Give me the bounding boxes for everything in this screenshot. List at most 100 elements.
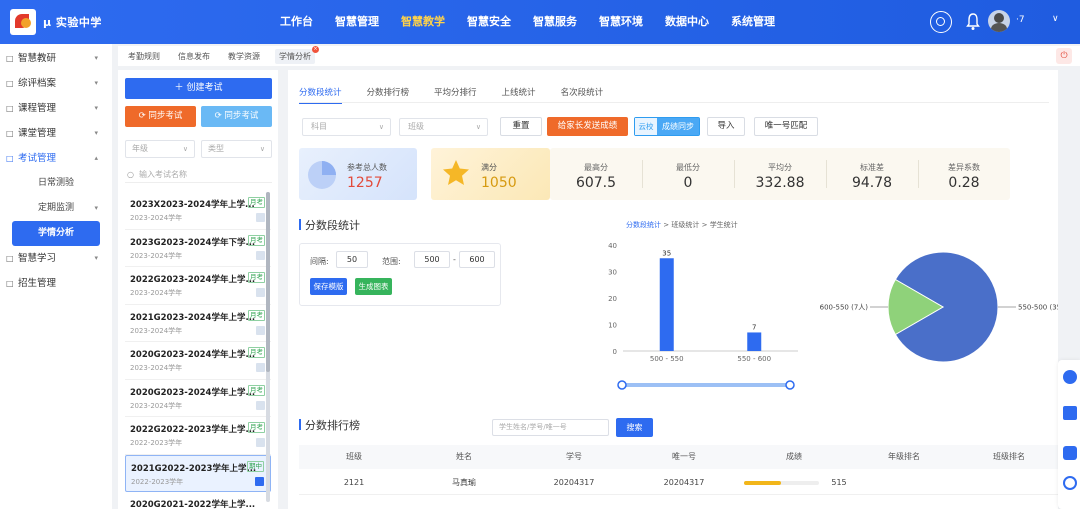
bar[interactable] <box>659 258 674 351</box>
column-header[interactable]: 班级排名 <box>959 445 1059 469</box>
full-score-label: 满分 <box>481 163 497 172</box>
column-header[interactable]: 成绩 <box>739 445 849 469</box>
exam-search-input[interactable]: ○ 输入考试名称 <box>125 166 272 183</box>
dropdown-icon[interactable] <box>255 476 264 486</box>
import-button[interactable]: 导入 <box>707 117 745 136</box>
topnav-item-2[interactable]: 智慧教学 <box>401 0 445 44</box>
robot-icon[interactable] <box>1063 446 1077 460</box>
column-header[interactable]: 姓名 <box>409 445 519 469</box>
list-item[interactable]: 2020G2023-2024学年上学... 2023-2024学年 月考 <box>125 342 271 380</box>
sidebar-item[interactable]: □ 考试管理 ▴ <box>0 146 112 171</box>
logo[interactable]: μ 实验中学 <box>10 9 102 35</box>
column-header[interactable]: 学号 <box>519 445 629 469</box>
column-header[interactable]: 班级 <box>299 445 409 469</box>
dropdown-icon[interactable] <box>256 250 265 260</box>
crumb-class[interactable]: 班级统计 <box>671 221 699 229</box>
exam-type-badge: 月考 <box>248 309 265 321</box>
topnav-item-0[interactable]: 工作台 <box>280 0 313 44</box>
list-item[interactable]: 2020G2023-2024学年上学... 2023-2024学年 月考 <box>125 380 271 417</box>
bell-icon[interactable] <box>966 11 980 33</box>
sync-exam-button-1[interactable]: ⟳ 同步考试 <box>125 106 196 127</box>
topnav-item-5[interactable]: 智慧环境 <box>599 0 643 44</box>
list-item[interactable]: 2021G2022-2023学年上学... 2022-2023学年 期中 <box>125 454 271 492</box>
exam-list-scrollbar[interactable] <box>266 192 270 502</box>
sidebar-item[interactable]: □ 智慧教研 ▾ <box>0 46 112 71</box>
zoom-slider-handle-left[interactable] <box>617 380 627 390</box>
sidebar-item[interactable]: □ 课程管理 ▾ <box>0 96 112 121</box>
reset-button[interactable]: 重置 <box>500 117 542 136</box>
search-icon[interactable] <box>930 11 952 33</box>
sync-exam-button-2[interactable]: ⟳ 同步考试 <box>201 106 272 127</box>
create-exam-label: 创建考试 <box>186 83 223 93</box>
pie-label: 600-550 (7人) <box>820 304 869 312</box>
send-to-parents-button[interactable]: 给家长发送成绩 <box>547 117 628 136</box>
list-item[interactable]: 2021G2023-2024学年上学... 2023-2024学年 月考 <box>125 305 271 342</box>
sidebar-subitem[interactable]: 定期监测 ▾ <box>0 196 112 221</box>
sync1-label: 同步考试 <box>148 111 183 121</box>
range-max-input[interactable]: 600 <box>459 251 495 268</box>
tab-teaching-resources[interactable]: 教学资源 <box>224 49 264 64</box>
ranking-search-input[interactable]: 学生姓名/学号/唯一号 <box>492 419 609 436</box>
topnav-item-7[interactable]: 系统管理 <box>731 0 775 44</box>
sidebar-item[interactable]: □ 智慧学习 ▾ <box>0 246 112 271</box>
dropdown-icon[interactable] <box>256 438 265 447</box>
topnav-item-6[interactable]: 数据中心 <box>665 0 709 44</box>
dropdown-icon[interactable] <box>256 325 265 335</box>
dropdown-icon[interactable] <box>256 288 265 297</box>
sidebar-item[interactable]: □ 课堂管理 ▾ <box>0 121 112 146</box>
sidebar-subitem[interactable]: 学情分析 <box>12 221 100 246</box>
create-exam-button[interactable]: ＋ 创建考试 <box>125 78 272 99</box>
sidebar-subitem[interactable]: 日常测验 <box>0 171 112 196</box>
sidebar-item[interactable]: □ 综评档案 ▾ <box>0 71 112 96</box>
user-avatar[interactable] <box>988 10 1010 32</box>
table-row[interactable]: 2121 马真瑜 20204317 20204317 515 <box>299 471 1059 495</box>
subject-select[interactable]: 科目 ∨ <box>302 118 391 136</box>
bar[interactable] <box>747 332 762 351</box>
chevron-down-icon[interactable]: ∨ <box>1052 14 1059 24</box>
refresh-icon[interactable] <box>1063 476 1077 490</box>
dropdown-icon[interactable] <box>256 363 265 372</box>
stat-label: 标准差 <box>860 163 884 172</box>
table-cell: 20204317 <box>553 478 595 487</box>
crumb-segment[interactable]: 分数段统计 <box>626 221 661 229</box>
interval-input[interactable]: 50 <box>336 251 368 268</box>
full-score-card: 满分 1050 <box>431 148 550 200</box>
column-header[interactable]: 唯一号 <box>629 445 739 469</box>
ranking-search-button[interactable]: 搜索 <box>616 418 653 437</box>
type-select[interactable]: 类型 ∨ <box>201 140 272 158</box>
user-name[interactable]: ·7 <box>1016 15 1025 25</box>
dropdown-icon[interactable] <box>256 213 265 222</box>
scroll-thumb[interactable] <box>266 192 270 372</box>
sidebar-item-label: 课程管理 <box>18 103 57 114</box>
topnav-item-3[interactable]: 智慧安全 <box>467 0 511 44</box>
list-item[interactable]: 2022G2022-2023学年上学... 2022-2023学年 月考 <box>125 417 271 455</box>
crumb-student[interactable]: 学生统计 <box>710 221 738 229</box>
y-tick-label: 40 <box>608 242 617 250</box>
dropdown-icon[interactable] <box>256 400 265 410</box>
list-item[interactable]: 2023X2023-2024学年上学... 2023-2024学年 月考 <box>125 192 271 230</box>
class-select[interactable]: 班级 ∨ <box>399 118 488 136</box>
column-header[interactable]: 年级排名 <box>849 445 959 469</box>
topnav-item-1[interactable]: 智慧管理 <box>335 0 379 44</box>
tab-info-publish[interactable]: 信息发布 <box>174 49 214 64</box>
list-item[interactable]: 2022G2023-2024学年上学... 2023-2024学年 月考 <box>125 267 271 305</box>
report-icon[interactable] <box>1063 406 1077 420</box>
power-icon[interactable]: ⏻ <box>1056 48 1072 64</box>
tab-attendance-rules[interactable]: 考勤规则 <box>124 49 164 64</box>
zoom-slider-handle-right[interactable] <box>785 380 795 390</box>
grade-select[interactable]: 年级 ∨ <box>125 140 195 158</box>
close-icon[interactable]: × <box>312 46 319 53</box>
range-min-input[interactable]: 500 <box>414 251 450 268</box>
score-sync-button[interactable]: 云校 成绩同步 <box>634 117 700 136</box>
sync-source-label: 云校 <box>635 118 657 135</box>
list-item[interactable]: 2020G2021-2022学年上学... <box>125 492 271 509</box>
list-item[interactable]: 2023G2023-2024学年下学... 2023-2024学年 月考 <box>125 230 271 267</box>
x-tick-label: 500 - 550 <box>650 355 684 363</box>
save-template-button[interactable]: 保存模版 <box>310 278 347 295</box>
generate-chart-button[interactable]: 生成图表 <box>355 278 392 295</box>
unique-id-match-button[interactable]: 唯一号匹配 <box>754 117 818 136</box>
sidebar-item[interactable]: □ 招生管理 <box>0 271 112 296</box>
tab-learning-analysis[interactable]: 学情分析 × <box>275 46 319 64</box>
edit-icon[interactable] <box>1063 370 1077 384</box>
topnav-item-4[interactable]: 智慧服务 <box>533 0 577 44</box>
